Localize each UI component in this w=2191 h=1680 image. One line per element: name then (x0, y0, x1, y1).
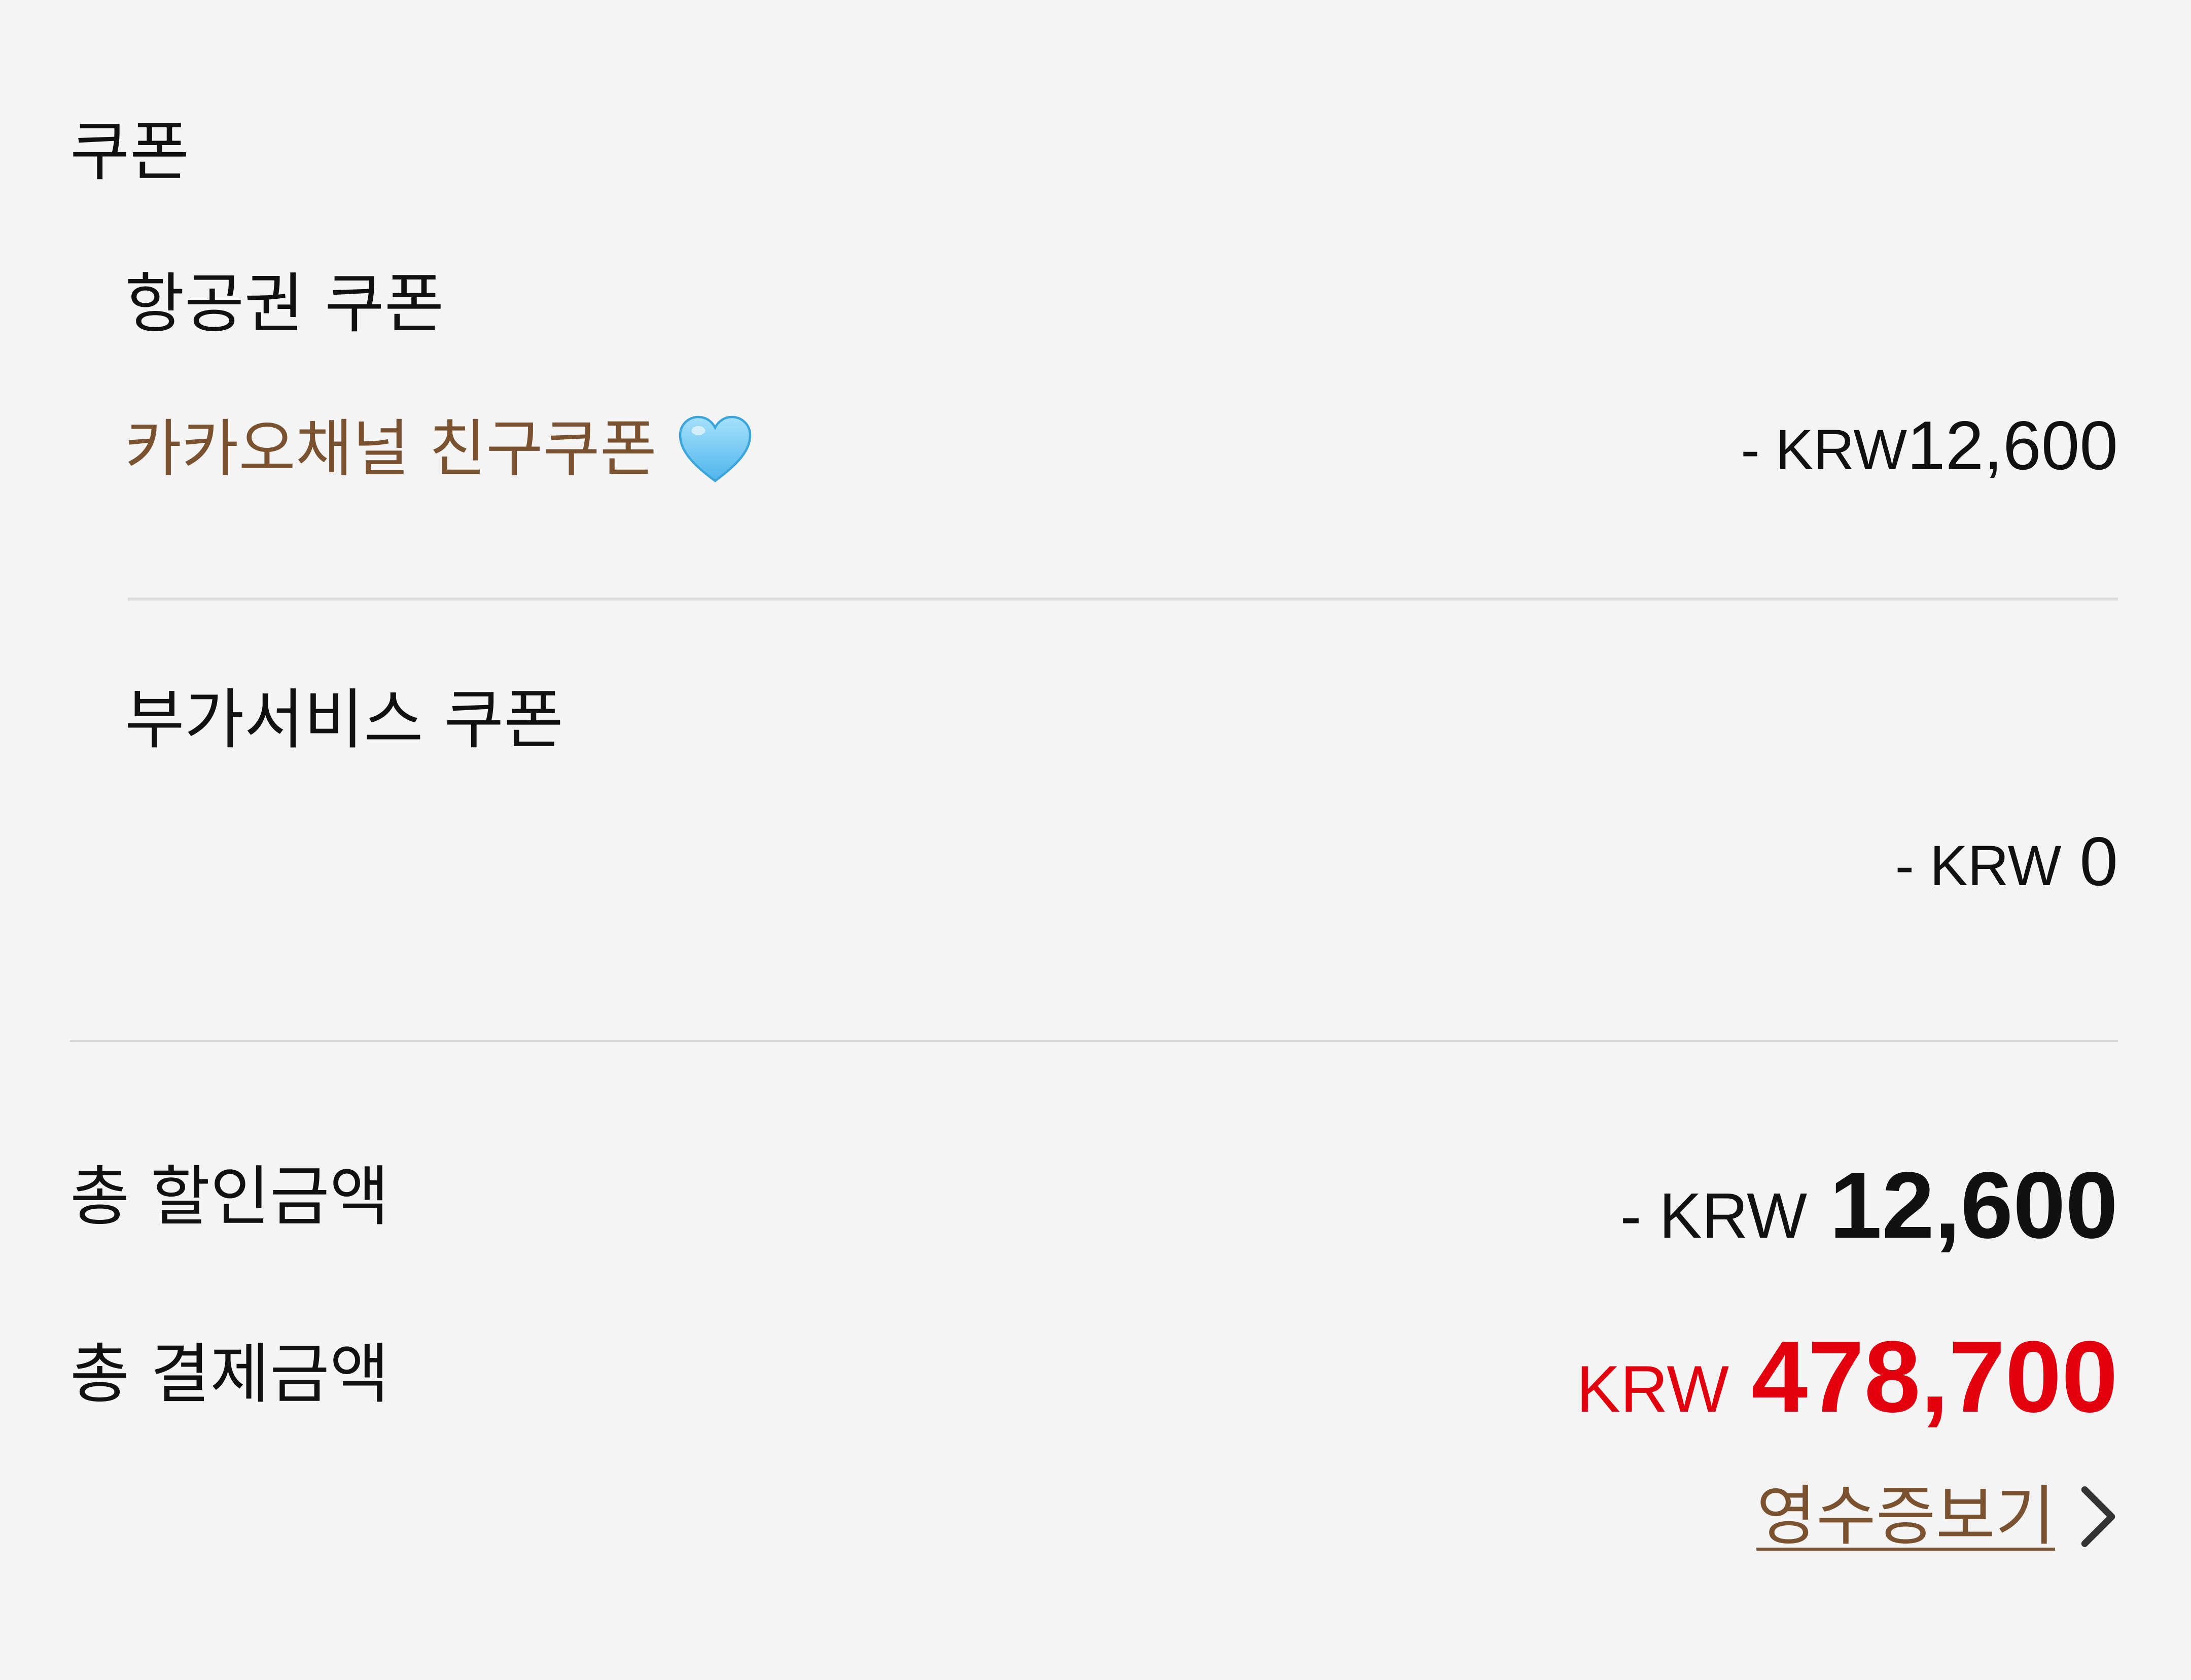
service-coupon-amount: - KRW 0 (1895, 822, 2118, 901)
airline-coupon-amount: - KRW 12,600 (1741, 406, 2118, 485)
service-coupon-amount-prefix: - KRW (1895, 834, 2062, 897)
coupon-section-title: 쿠폰 (70, 114, 190, 190)
total-payment-label: 총 결제금액 (70, 1337, 390, 1412)
total-payment-amount: KRW 478,700 (1576, 1319, 2118, 1436)
section-divider (70, 1040, 2118, 1042)
service-coupon-title: 부가서비스 쿠폰 (125, 682, 564, 758)
service-coupon-amount-value: 0 (2079, 823, 2118, 900)
view-receipt-label[interactable]: 영수증보기 (1756, 1476, 2055, 1557)
total-payment-value: 478,700 (1751, 1320, 2118, 1433)
airline-coupon-title: 항공권 쿠폰 (125, 266, 444, 342)
total-discount-label: 총 할인금액 (70, 1159, 390, 1235)
coupon-summary-page: 쿠폰 항공권 쿠폰 카카오채널 친구쿠폰 - KRW 12,600 부가서비스 … (0, 0, 2191, 1680)
total-discount-amount: - KRW 12,600 (1620, 1151, 2118, 1259)
chevron-right-icon[interactable] (2075, 1484, 2121, 1550)
total-payment-prefix: KRW (1576, 1352, 1729, 1426)
airline-coupon-amount-value: 12,600 (1907, 407, 2118, 484)
blue-heart-icon (679, 415, 752, 482)
coupon-group-divider (128, 598, 2118, 601)
airline-coupon-amount-prefix: - KRW (1741, 418, 1907, 481)
applied-coupon-row[interactable]: 카카오채널 친구쿠폰 (125, 403, 753, 495)
total-discount-prefix: - KRW (1620, 1180, 1808, 1251)
total-discount-value: 12,600 (1829, 1153, 2118, 1258)
view-receipt-link[interactable]: 영수증보기 (1756, 1476, 2121, 1557)
applied-coupon-name: 카카오채널 친구쿠폰 (125, 413, 657, 485)
